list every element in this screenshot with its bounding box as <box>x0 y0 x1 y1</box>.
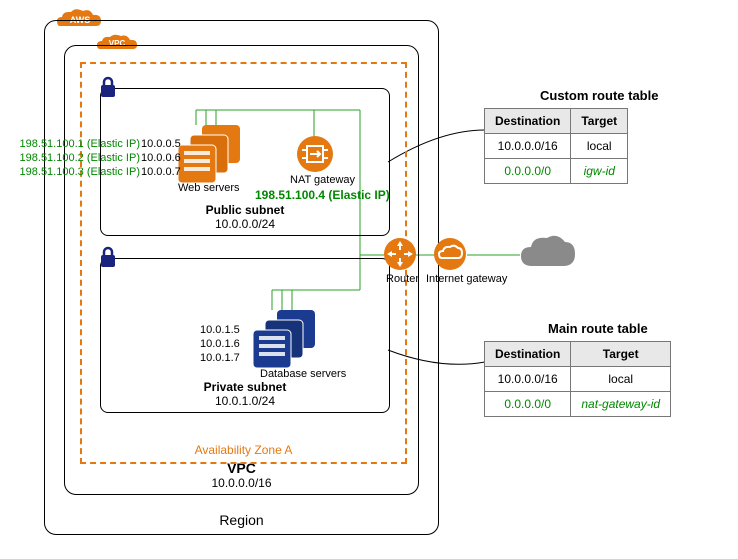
lock-icon <box>97 75 119 102</box>
cell-dest: 0.0.0.0/0 <box>485 159 571 184</box>
web-servers-label: Web servers <box>178 182 240 194</box>
nat-elastic-ip: 198.51.100.4 (Elastic IP) <box>255 188 390 202</box>
cell-dest: 0.0.0.0/0 <box>485 392 571 417</box>
web-local-ip-list: 10.0.0.5 10.0.0.6 10.0.0.7 <box>141 137 181 179</box>
private-subnet-title: Private subnet <box>101 380 389 394</box>
private-subnet: Private subnet 10.0.1.0/24 <box>100 258 390 413</box>
router-label: Router <box>386 273 419 285</box>
az-label: Availability Zone A <box>82 443 405 457</box>
region-label: Region <box>45 512 438 528</box>
col-target: Target <box>571 342 671 367</box>
nat-gateway-icon <box>296 135 334 176</box>
web-eip-3: 198.51.100.3 (Elastic IP) <box>0 165 140 179</box>
web-ip-3: 10.0.0.7 <box>141 165 181 179</box>
web-servers-icon <box>174 123 244 186</box>
internet-gateway-icon <box>433 237 467 274</box>
cell-dest: 10.0.0.0/16 <box>485 367 571 392</box>
main-route-table-title: Main route table <box>548 321 648 336</box>
public-subnet-title: Public subnet <box>101 203 389 217</box>
col-destination: Destination <box>485 342 571 367</box>
cell-dest: 10.0.0.0/16 <box>485 134 571 159</box>
main-route-table: DestinationTarget 10.0.0.0/16local 0.0.0… <box>484 341 671 417</box>
cell-target: local <box>571 134 628 159</box>
cell-target: nat-gateway-id <box>571 392 671 417</box>
lock-icon <box>97 245 119 272</box>
web-ip-1: 10.0.0.5 <box>141 137 181 151</box>
vpc-cidr: 10.0.0.0/16 <box>65 476 418 490</box>
db-ip-1: 10.0.1.5 <box>200 323 240 337</box>
db-ip-list: 10.0.1.5 10.0.1.6 10.0.1.7 <box>200 323 240 365</box>
db-ip-2: 10.0.1.6 <box>200 337 240 351</box>
custom-route-table: DestinationTarget 10.0.0.0/16local 0.0.0… <box>484 108 628 184</box>
public-subnet-cidr: 10.0.0.0/24 <box>101 217 389 231</box>
internet-gateway-label: Internet gateway <box>426 273 507 285</box>
cell-target: local <box>571 367 671 392</box>
db-ip-3: 10.0.1.7 <box>200 351 240 365</box>
web-eip-2: 198.51.100.2 (Elastic IP) <box>0 151 140 165</box>
col-target: Target <box>571 109 628 134</box>
col-destination: Destination <box>485 109 571 134</box>
internet-cloud-icon <box>517 232 579 277</box>
diagram-root: AWS VPC Region VPC 10.0.0.0/16 Availabil… <box>0 0 738 559</box>
database-servers-icon <box>249 308 319 371</box>
elastic-ip-list: 198.51.100.1 (Elastic IP) 198.51.100.2 (… <box>0 137 140 179</box>
nat-gateway-label: NAT gateway <box>290 174 355 186</box>
private-subnet-cidr: 10.0.1.0/24 <box>101 394 389 408</box>
router-icon <box>383 237 417 274</box>
database-servers-label: Database servers <box>260 368 346 380</box>
web-ip-2: 10.0.0.6 <box>141 151 181 165</box>
custom-route-table-title: Custom route table <box>540 88 658 103</box>
web-eip-1: 198.51.100.1 (Elastic IP) <box>0 137 140 151</box>
cell-target: igw-id <box>571 159 628 184</box>
